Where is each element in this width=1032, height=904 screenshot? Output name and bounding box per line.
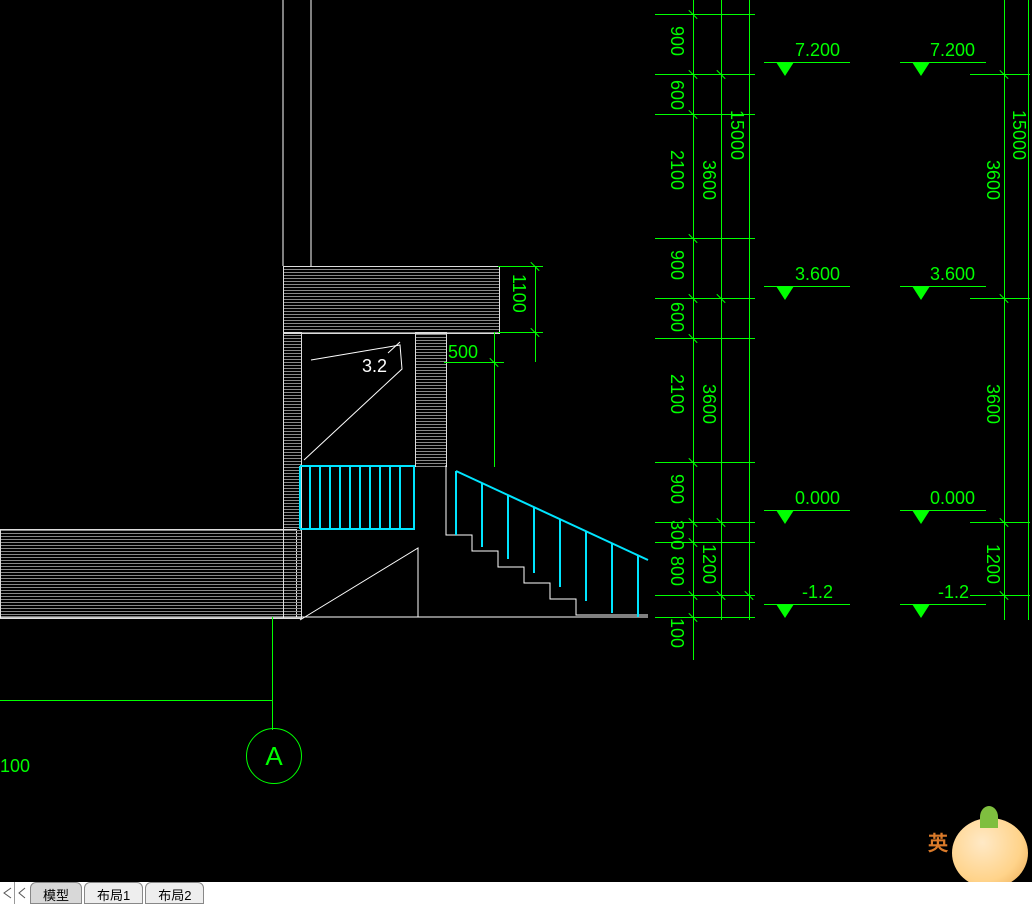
elm2-t	[912, 62, 930, 76]
dim-1100: 1100	[508, 274, 529, 313]
tab-layout1[interactable]: 布局1	[84, 882, 143, 904]
dimline-2c	[1028, 0, 1029, 620]
d1-900a: 900	[666, 26, 687, 56]
elm1-z	[776, 510, 794, 524]
d1-ext-4	[655, 238, 755, 239]
d1-600a: 600	[666, 80, 687, 110]
lvl2-7200: 7.200	[930, 40, 975, 61]
d1-3600b: 3600	[698, 384, 719, 424]
dimline-1a	[693, 0, 694, 660]
dim-500: 500	[448, 342, 478, 363]
d2-3600a: 3600	[982, 160, 1003, 200]
dim-1100-line	[535, 266, 536, 362]
d1-1200: 1200	[698, 544, 719, 584]
d1-2100b: 2100	[666, 374, 687, 414]
d1-15000: 15000	[726, 110, 747, 160]
d1-300: 300	[666, 520, 687, 550]
tab-arrow-first-icon[interactable]	[0, 886, 14, 900]
dim-left-100: 100	[0, 756, 30, 777]
tab-bar: 模型 布局1 布局2	[0, 882, 1032, 904]
tab-model[interactable]: 模型	[30, 882, 82, 904]
d1-ext-6	[655, 338, 755, 339]
elm2-b	[912, 604, 930, 618]
lvl2-3600: 3.600	[930, 264, 975, 285]
lvl1-7200: 7.200	[795, 40, 840, 61]
grid-bubble-A: A	[246, 728, 302, 784]
label-3.2: 3.2	[362, 356, 387, 377]
d1-ext-10	[655, 595, 755, 596]
dimline-1b	[721, 0, 722, 620]
lvl1-3600: 3.600	[795, 264, 840, 285]
assistant-mascot[interactable]	[952, 818, 1028, 888]
dimline-1c	[749, 0, 750, 620]
tab-arrow-prev-icon[interactable]	[15, 886, 29, 900]
lvl2-neg: -1.2	[938, 582, 969, 603]
d1-2100a: 2100	[666, 150, 687, 190]
ime-mode: 英	[928, 827, 948, 856]
d1-900b: 900	[666, 250, 687, 280]
lvl2-0000: 0.000	[930, 488, 975, 509]
d1-ext-7	[655, 462, 755, 463]
d2-ext-5	[970, 298, 1030, 299]
dim-500-line	[494, 332, 495, 467]
grid-bubble-A-label: A	[265, 741, 282, 772]
tab-layout1-label: 布局1	[97, 888, 130, 903]
dim-left-100-line	[0, 700, 272, 701]
d1-ext-2	[655, 74, 755, 75]
d2-1200: 1200	[982, 544, 1003, 584]
dimline-2b	[1004, 0, 1005, 620]
elm2-z	[912, 510, 930, 524]
elm2-m	[912, 286, 930, 300]
tab-model-label: 模型	[43, 888, 69, 903]
elm1-t	[776, 62, 794, 76]
d2-3600b: 3600	[982, 384, 1003, 424]
elm1-m	[776, 286, 794, 300]
d1-900c: 900	[666, 474, 687, 504]
d1-100: 100	[666, 618, 687, 648]
tab-layout2-label: 布局2	[158, 888, 191, 903]
d1-ext-1	[655, 14, 755, 15]
white-outline	[0, 0, 1032, 904]
d2-15000: 15000	[1008, 110, 1029, 160]
d1-ext-5	[655, 298, 755, 299]
grid-line-A	[272, 617, 273, 730]
d2-ext-8	[970, 522, 1030, 523]
elm1-b	[776, 604, 794, 618]
d2-ext-10	[970, 595, 1030, 596]
tab-layout2[interactable]: 布局2	[145, 882, 204, 904]
lvl1-0000: 0.000	[795, 488, 840, 509]
d1-800: 800	[666, 556, 687, 586]
d1-3600a: 3600	[698, 160, 719, 200]
lvl1-neg: -1.2	[802, 582, 833, 603]
d1-600b: 600	[666, 302, 687, 332]
d2-ext-2	[970, 74, 1030, 75]
